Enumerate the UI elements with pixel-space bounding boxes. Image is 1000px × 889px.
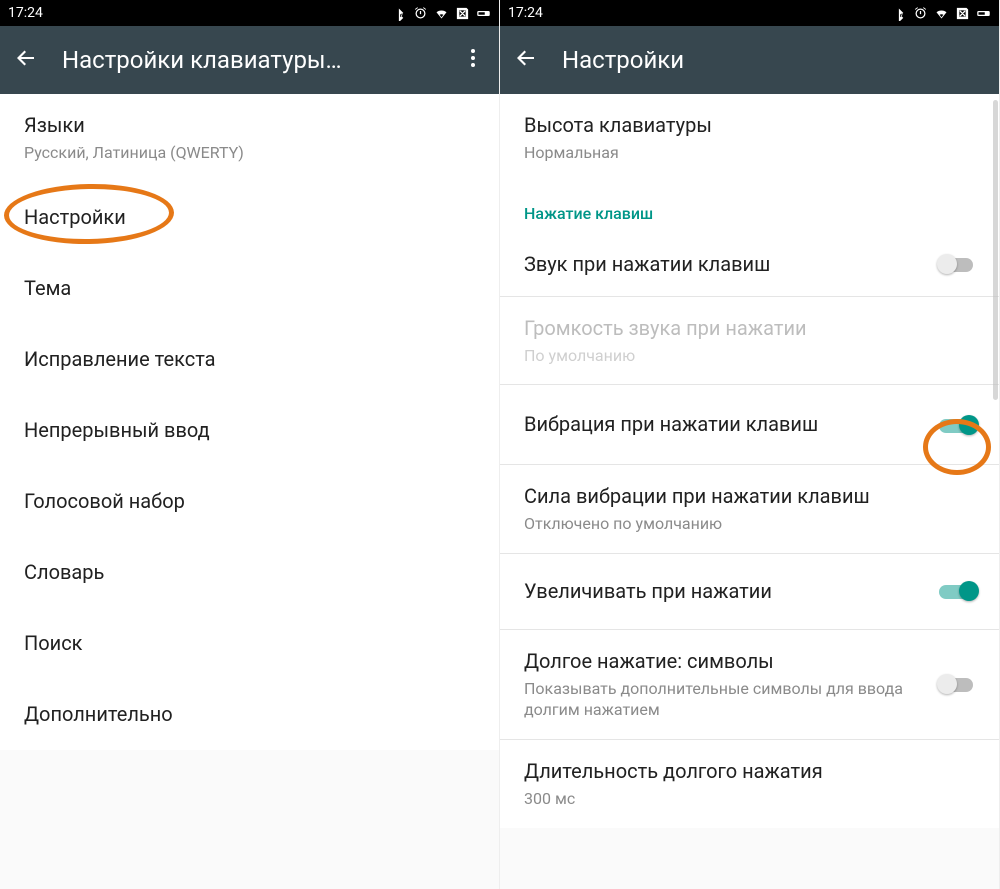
item-title: Языки: [24, 112, 475, 139]
item-title: Дополнительно: [24, 701, 475, 728]
item-title: Высота клавиатуры: [524, 112, 975, 139]
appbar-left: Настройки клавиатуры…: [0, 26, 499, 94]
back-button[interactable]: [14, 46, 38, 74]
scrollbar[interactable]: [993, 100, 998, 400]
list-item-sound-volume: Громкость звука при нажатии По умолчанию: [500, 297, 999, 385]
list-item-voice-typing[interactable]: Голосовой набор: [0, 466, 499, 537]
item-title: Настройки: [24, 204, 475, 231]
item-title: Сила вибрации при нажатии клавиш: [524, 483, 975, 510]
item-subtitle: По умолчанию: [524, 345, 975, 367]
list-item-settings[interactable]: Настройки: [0, 182, 499, 253]
item-title: Поиск: [24, 630, 475, 657]
no-sim-icon: [955, 6, 970, 21]
item-title: Исправление текста: [24, 346, 475, 373]
alarm-icon: [413, 6, 428, 21]
list-item-vibrate-on-keypress[interactable]: Вибрация при нажатии клавиш: [500, 385, 999, 464]
bluetooth-icon: [392, 6, 407, 21]
item-subtitle: Русский, Латиница (QWERTY): [24, 142, 475, 164]
overflow-menu-button[interactable]: [461, 46, 485, 74]
no-sim-icon: [455, 6, 470, 21]
item-subtitle: Показывать дополнительные символы для вв…: [524, 678, 919, 721]
more-vert-icon: [461, 46, 485, 70]
list-item-vibration-strength[interactable]: Сила вибрации при нажатии клавиш Отключе…: [500, 465, 999, 553]
toggle-popup[interactable]: [939, 581, 977, 601]
status-bar: 17:24: [0, 0, 499, 26]
toggle-vibrate[interactable]: [939, 415, 977, 435]
appbar-title: Настройки клавиатуры…: [62, 46, 437, 74]
bluetooth-icon: [892, 6, 907, 21]
battery-icon: [976, 6, 991, 21]
battery-icon: [476, 6, 491, 21]
toggle-long-press-symbols[interactable]: [939, 674, 977, 694]
list-item-dictionary[interactable]: Словарь: [0, 537, 499, 608]
phone-left: 17:24 Настройки клавиатуры… Языки Русски…: [0, 0, 500, 889]
settings-list-right[interactable]: Высота клавиатуры Нормальная Нажатие кла…: [500, 94, 999, 828]
back-arrow-icon: [14, 46, 38, 70]
wifi-icon: [934, 6, 949, 21]
list-item-languages[interactable]: Языки Русский, Латиница (QWERTY): [0, 94, 499, 182]
item-title: Длительность долгого нажатия: [524, 758, 975, 785]
status-bar: 17:24: [500, 0, 999, 26]
item-title: Громкость звука при нажатии: [524, 315, 975, 342]
wifi-icon: [434, 6, 449, 21]
back-arrow-icon: [514, 46, 538, 70]
appbar-right: Настройки: [500, 26, 999, 94]
list-item-keyboard-height[interactable]: Высота клавиатуры Нормальная: [500, 94, 999, 182]
back-button[interactable]: [514, 46, 538, 74]
item-title: Долгое нажатие: символы: [524, 648, 919, 675]
list-item-text-correction[interactable]: Исправление текста: [0, 324, 499, 395]
status-icons: [392, 6, 491, 21]
item-title: Вибрация при нажатии клавиш: [524, 411, 919, 438]
list-item-long-press-delay[interactable]: Длительность долгого нажатия 300 мс: [500, 740, 999, 828]
settings-list-left: Языки Русский, Латиница (QWERTY) Настрой…: [0, 94, 499, 750]
appbar-title: Настройки: [562, 46, 985, 74]
list-item-long-press-symbols[interactable]: Долгое нажатие: символы Показывать допол…: [500, 630, 999, 739]
item-subtitle: 300 мс: [524, 788, 975, 810]
item-title: Увеличивать при нажатии: [524, 578, 919, 605]
status-time: 17:24: [508, 5, 543, 21]
item-title: Звук при нажатии клавиш: [524, 251, 919, 278]
list-item-sound-on-keypress[interactable]: Звук при нажатии клавиш: [500, 233, 999, 296]
item-title: Тема: [24, 275, 475, 302]
item-title: Словарь: [24, 559, 475, 586]
list-item-popup-on-keypress[interactable]: Увеличивать при нажатии: [500, 554, 999, 629]
item-title: Непрерывный ввод: [24, 417, 475, 444]
list-item-theme[interactable]: Тема: [0, 253, 499, 324]
item-subtitle: Отключено по умолчанию: [524, 513, 975, 535]
status-time: 17:24: [8, 5, 43, 21]
section-header-keypress: Нажатие клавиш: [500, 182, 999, 233]
status-icons: [892, 6, 991, 21]
item-title: Голосовой набор: [24, 488, 475, 515]
phone-right: 17:24 Настройки Высота клавиатуры Нормал…: [500, 0, 1000, 889]
alarm-icon: [913, 6, 928, 21]
list-item-search[interactable]: Поиск: [0, 608, 499, 679]
list-item-advanced[interactable]: Дополнительно: [0, 679, 499, 750]
list-item-gesture-typing[interactable]: Непрерывный ввод: [0, 395, 499, 466]
item-subtitle: Нормальная: [524, 142, 975, 164]
toggle-sound[interactable]: [939, 254, 977, 274]
